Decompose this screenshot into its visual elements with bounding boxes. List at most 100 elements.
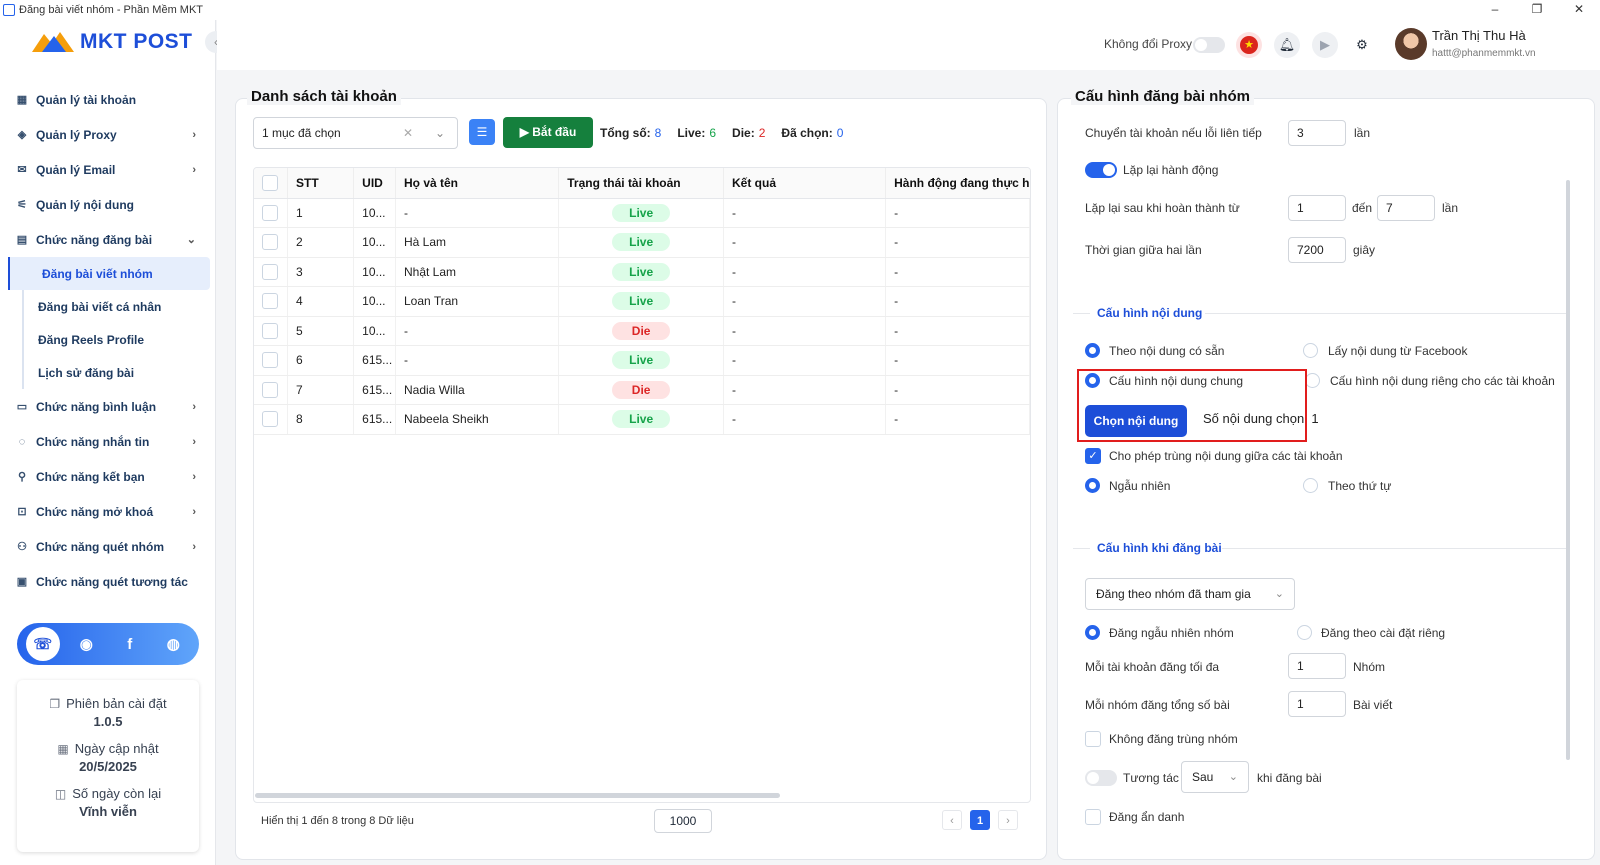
sidebar-subitem-personal-post[interactable]: Đăng bài viết cá nhân xyxy=(22,290,210,323)
radio-facebook-content[interactable] xyxy=(1303,343,1318,358)
remaining-value: Vĩnh viễn xyxy=(79,804,137,819)
row-checkbox[interactable] xyxy=(254,286,289,317)
sidebar-item-accounts[interactable]: ▦ Quản lý tài khoản xyxy=(8,82,210,117)
col-status[interactable]: Trạng thái tài khoản xyxy=(558,168,724,199)
select-all-checkbox[interactable] xyxy=(254,168,289,199)
support-icon[interactable]: ☏ xyxy=(25,627,60,661)
sidebar-subitem-group-post[interactable]: Đăng bài viết nhóm xyxy=(8,257,210,290)
row-checkbox[interactable] xyxy=(254,316,289,346)
close-icon[interactable]: ✕ xyxy=(1558,0,1600,18)
proxy-toggle[interactable] xyxy=(1193,37,1225,53)
repeat-toggle[interactable] xyxy=(1085,162,1117,178)
repeat-to-input[interactable]: 7 xyxy=(1377,195,1435,221)
table-row[interactable]: 6 615... - Live - - xyxy=(254,345,1030,376)
proxy-label: Không đổi Proxy xyxy=(1104,37,1193,51)
content-section-title: Cấu hình nội dung xyxy=(1097,306,1203,320)
update-info: ▦ Ngày cập nhật 20/5/2025 xyxy=(17,741,199,774)
radio-order[interactable] xyxy=(1303,478,1318,493)
account-select[interactable]: 1 mục đã chọn ✕ ⌄ xyxy=(253,117,458,149)
prev-page-button[interactable]: ‹ xyxy=(942,810,962,830)
config-scrollbar[interactable] xyxy=(1566,180,1570,760)
interact-timing-select[interactable]: Sau ⌄ xyxy=(1181,761,1249,793)
filter-button[interactable]: ☰ xyxy=(469,119,495,145)
col-name[interactable]: Họ và tên xyxy=(395,168,560,199)
sidebar-item-email[interactable]: ✉ Quản lý Email › xyxy=(8,152,210,187)
sidebar-subitem-history[interactable]: Lịch sử đăng bài xyxy=(22,356,210,389)
row-checkbox[interactable] xyxy=(254,375,289,405)
table-row[interactable]: 5 10... - Die - - xyxy=(254,316,1030,346)
table-row[interactable]: 3 10... Nhật Lam Live - - xyxy=(254,257,1030,287)
cell-status: Live xyxy=(558,286,724,317)
sidebar-item-content[interactable]: ⚟ Quản lý nội dung xyxy=(8,187,210,222)
table-row[interactable]: 2 10... Hà Lam Live - - xyxy=(254,227,1030,258)
sidebar-item-message[interactable]: ◌ Chức năng nhắn tin › xyxy=(8,424,210,459)
sidebar-item-posting[interactable]: ▤ Chức năng đăng bài ⌄ xyxy=(8,222,210,257)
cell-result: - xyxy=(723,227,887,258)
allow-duplicate-checkbox[interactable]: ✓ xyxy=(1085,448,1101,464)
radio-separate-content[interactable] xyxy=(1305,373,1320,388)
cell-stt: 6 xyxy=(287,345,355,376)
interact-suffix: khi đăng bài xyxy=(1257,771,1322,785)
sidebar-nav: ▦ Quản lý tài khoản ◈ Quản lý Proxy › ✉ Quản… xyxy=(8,82,210,599)
max-per-account-input[interactable]: 1 xyxy=(1288,653,1346,679)
sidebar-item-scan-group[interactable]: ⚇ Chức năng quét nhóm › xyxy=(8,529,210,564)
sidebar-subitem-reels[interactable]: Đăng Reels Profile xyxy=(22,323,210,356)
account-stats: Tổng số: 8 Live: 6 Die: 2 Đã chọn: 0 xyxy=(600,126,843,140)
radio-available-content[interactable] xyxy=(1085,343,1100,358)
page-button-current[interactable]: 1 xyxy=(970,810,990,830)
restore-icon[interactable]: ❐ xyxy=(1516,0,1558,18)
clear-icon[interactable]: ✕ xyxy=(403,118,413,148)
switch-account-input[interactable]: 3 xyxy=(1288,120,1346,146)
sidebar-item-proxy[interactable]: ◈ Quản lý Proxy › xyxy=(8,117,210,152)
row-checkbox[interactable] xyxy=(254,345,289,376)
page-size-input[interactable]: 1000 xyxy=(654,809,712,833)
table-row[interactable]: 8 615... Nabeela Sheikh Live - - xyxy=(254,404,1030,435)
vietnam-flag-icon[interactable]: ★ xyxy=(1236,32,1262,58)
no-duplicate-group-checkbox[interactable] xyxy=(1085,731,1101,747)
sidebar-item-scan-interaction[interactable]: ▣ Chức năng quét tương tác xyxy=(8,564,210,599)
col-result[interactable]: Kết quả xyxy=(723,168,887,199)
bell-icon[interactable]: 🔔︎ xyxy=(1274,32,1300,58)
sidebar-item-friend[interactable]: ⚲ Chức năng kết bạn › xyxy=(8,459,210,494)
interact-toggle[interactable] xyxy=(1085,770,1117,786)
lock-icon: ⊡ xyxy=(17,506,27,518)
table-row[interactable]: 7 615... Nadia Willa Die - - xyxy=(254,375,1030,405)
group-mode-select[interactable]: Đăng theo nhóm đã tham gia ⌄ xyxy=(1085,578,1295,610)
col-stt[interactable]: STT xyxy=(287,168,355,199)
cell-stt: 1 xyxy=(287,198,355,228)
gear-icon[interactable]: ⚙ xyxy=(1349,32,1375,58)
switch-account-unit: lần xyxy=(1354,126,1371,140)
col-action[interactable]: Hành động đang thực h xyxy=(885,168,1030,199)
row-checkbox[interactable] xyxy=(254,404,289,435)
radio-random[interactable] xyxy=(1085,478,1100,493)
col-uid[interactable]: UID xyxy=(353,168,396,199)
anonymous-checkbox[interactable] xyxy=(1085,809,1101,825)
table-row[interactable]: 4 10... Loan Tran Live - - xyxy=(254,286,1030,317)
avatar[interactable] xyxy=(1395,28,1427,60)
cell-uid: 10... xyxy=(353,198,396,228)
zalo-icon[interactable]: ◉ xyxy=(69,627,103,661)
minimize-icon[interactable]: – xyxy=(1474,0,1516,18)
repeat-from-input[interactable]: 1 xyxy=(1288,195,1346,221)
radio-custom-group[interactable] xyxy=(1297,625,1312,640)
chevron-right-icon: › xyxy=(192,163,196,176)
row-checkbox[interactable] xyxy=(254,227,289,258)
status-badge: Die xyxy=(612,321,671,340)
horizontal-scrollbar[interactable] xyxy=(255,793,780,798)
sidebar-item-unlock[interactable]: ⊡ Chức năng mở khoá › xyxy=(8,494,210,529)
table-row[interactable]: 1 10... - Live - - xyxy=(254,198,1030,228)
next-page-button[interactable]: › xyxy=(998,810,1018,830)
facebook-icon[interactable]: f xyxy=(113,627,147,661)
globe-icon[interactable]: ◍ xyxy=(156,627,190,661)
row-checkbox[interactable] xyxy=(254,198,289,228)
cell-action: - xyxy=(885,345,1030,376)
row-checkbox[interactable] xyxy=(254,257,289,287)
sidebar-item-comment[interactable]: ▭ Chức năng bình luận › xyxy=(8,389,210,424)
radio-random-group[interactable] xyxy=(1085,625,1100,640)
max-per-group-input[interactable]: 1 xyxy=(1288,691,1346,717)
interval-input[interactable]: 7200 xyxy=(1288,237,1346,263)
play-icon[interactable]: ▶ xyxy=(1312,32,1338,58)
cell-status: Live xyxy=(558,198,724,228)
start-button[interactable]: ▶︎ Bắt đầu xyxy=(503,117,593,148)
scan-icon: ▣ xyxy=(16,576,28,588)
